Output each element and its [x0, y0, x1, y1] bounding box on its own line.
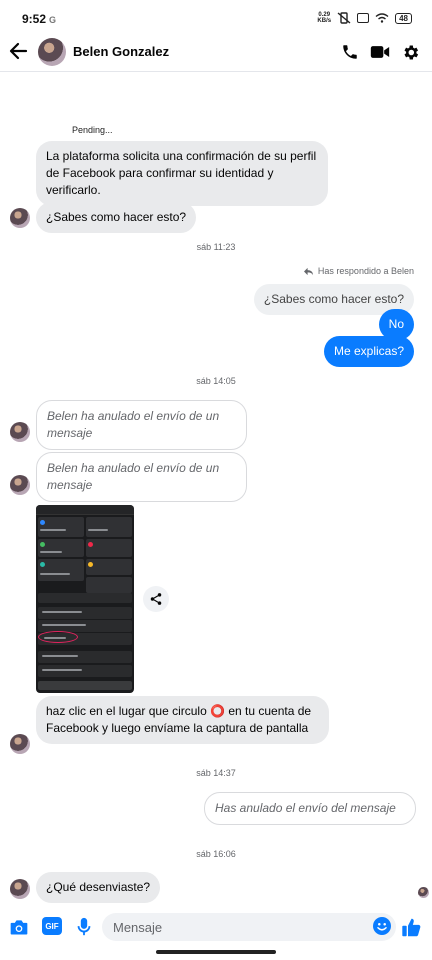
- reply-indicator-label: Has respondido a Belen: [317, 266, 414, 276]
- attachment-tile: [86, 577, 132, 593]
- seen-indicator-avatar: [418, 887, 429, 898]
- back-button[interactable]: [8, 38, 32, 64]
- message-input[interactable]: [102, 913, 396, 941]
- back-arrow-icon: [9, 42, 28, 60]
- outgoing-message[interactable]: Me explicas?: [323, 336, 414, 367]
- microphone-icon: [77, 917, 91, 936]
- camera-icon: [10, 920, 28, 935]
- attachment-row: [38, 593, 132, 603]
- attachment-tile: [86, 559, 132, 575]
- phone-icon: [343, 45, 357, 59]
- video-camera-icon: [370, 46, 390, 58]
- attachment-tile: [38, 559, 84, 581]
- attachment-dot: [88, 562, 93, 567]
- status-bar: 9:52 G 0.29 KB/s 48: [0, 0, 432, 34]
- settings-button[interactable]: [400, 42, 420, 62]
- clock: 9:52 G: [22, 12, 56, 26]
- attachment-row: [38, 665, 132, 677]
- sender-avatar[interactable]: [10, 734, 30, 754]
- attachment-row: [38, 651, 132, 663]
- gear-icon: [403, 45, 418, 59]
- attachment-row: [38, 681, 132, 690]
- thumbs-up-icon: [401, 918, 420, 936]
- wifi-icon: [375, 13, 389, 23]
- sender-avatar[interactable]: [10, 208, 30, 228]
- contact-avatar[interactable]: [38, 38, 66, 66]
- network-speed: 0.29 KB/s: [317, 12, 331, 24]
- incoming-message[interactable]: ¿Sabes como hacer esto?: [36, 202, 197, 233]
- sender-avatar[interactable]: [10, 475, 30, 495]
- video-call-button[interactable]: [370, 42, 390, 62]
- pending-label: Pending...: [72, 125, 113, 135]
- timestamp: sáb 11:23: [196, 242, 236, 252]
- timestamp: sáb 14:05: [196, 376, 236, 386]
- attachment-row: [38, 607, 132, 619]
- contact-name[interactable]: Belen Gonzalez: [73, 44, 169, 59]
- attachment-text-line: [42, 624, 86, 626]
- carrier-indicator: G: [49, 15, 57, 25]
- unsent-message-notice: Belen ha anulado el envío de un mensaje: [36, 400, 247, 450]
- network-speed-unit: KB/s: [317, 18, 332, 24]
- sim-off-icon: [357, 13, 370, 23]
- attachment-text-line: [40, 551, 62, 553]
- clock-time: 9:52: [22, 12, 47, 26]
- unsent-message-notice: Belen ha anulado el envío de un mensaje: [36, 452, 247, 502]
- system-navigation-bar[interactable]: [156, 950, 276, 954]
- attachment-tile: [86, 517, 132, 537]
- attachment-text-line: [42, 669, 82, 671]
- vibrate-off-icon: [337, 12, 351, 24]
- emoji-icon: [377, 922, 387, 931]
- attachment-tile: [38, 539, 84, 557]
- share-icon: [150, 593, 162, 605]
- gif-button[interactable]: GIF: [42, 917, 62, 935]
- like-button[interactable]: [400, 916, 422, 938]
- timestamp: sáb 14:37: [196, 768, 236, 778]
- battery-indicator: 48: [395, 12, 412, 24]
- attachment-text-line: [42, 611, 82, 613]
- header-actions: [340, 42, 420, 62]
- incoming-message[interactable]: ¿Qué desenviaste?: [36, 872, 161, 903]
- call-button[interactable]: [340, 42, 360, 62]
- attachment-text-line: [42, 655, 78, 657]
- attachment-topbar: [36, 505, 134, 515]
- image-attachment[interactable]: [36, 505, 134, 693]
- attachment-tile: [86, 539, 132, 557]
- attachment-text-line: [40, 573, 70, 575]
- unsent-message-notice: Has anulado el envío del mensaje: [204, 792, 416, 825]
- sender-avatar[interactable]: [10, 879, 30, 899]
- attachment-dot: [40, 520, 45, 525]
- conversation-header: Belen Gonzalez: [0, 34, 432, 72]
- attachment-tile: [38, 517, 84, 537]
- message-composer: GIF: [0, 906, 432, 948]
- incoming-message[interactable]: La plataforma solicita una confirmación …: [36, 141, 328, 206]
- attachment-text-line: [88, 529, 108, 531]
- attachment-dot: [40, 562, 45, 567]
- voice-message-button[interactable]: [73, 916, 95, 938]
- attachment-text-line: [40, 529, 66, 531]
- status-icons: 0.29 KB/s 48: [317, 12, 412, 24]
- share-button[interactable]: [143, 586, 169, 612]
- camera-button[interactable]: [8, 916, 30, 938]
- reply-indicator: Has respondido a Belen: [303, 266, 414, 276]
- reply-arrow-icon: [303, 267, 313, 275]
- attachment-dot: [88, 542, 93, 547]
- timestamp: sáb 16:06: [196, 849, 236, 859]
- attachment-dot: [40, 542, 45, 547]
- sender-avatar[interactable]: [10, 422, 30, 442]
- emoji-button[interactable]: [373, 917, 391, 935]
- attachment-text-line: [44, 637, 66, 639]
- incoming-message[interactable]: haz clic en el lugar que circulo ⭕ en tu…: [36, 696, 329, 744]
